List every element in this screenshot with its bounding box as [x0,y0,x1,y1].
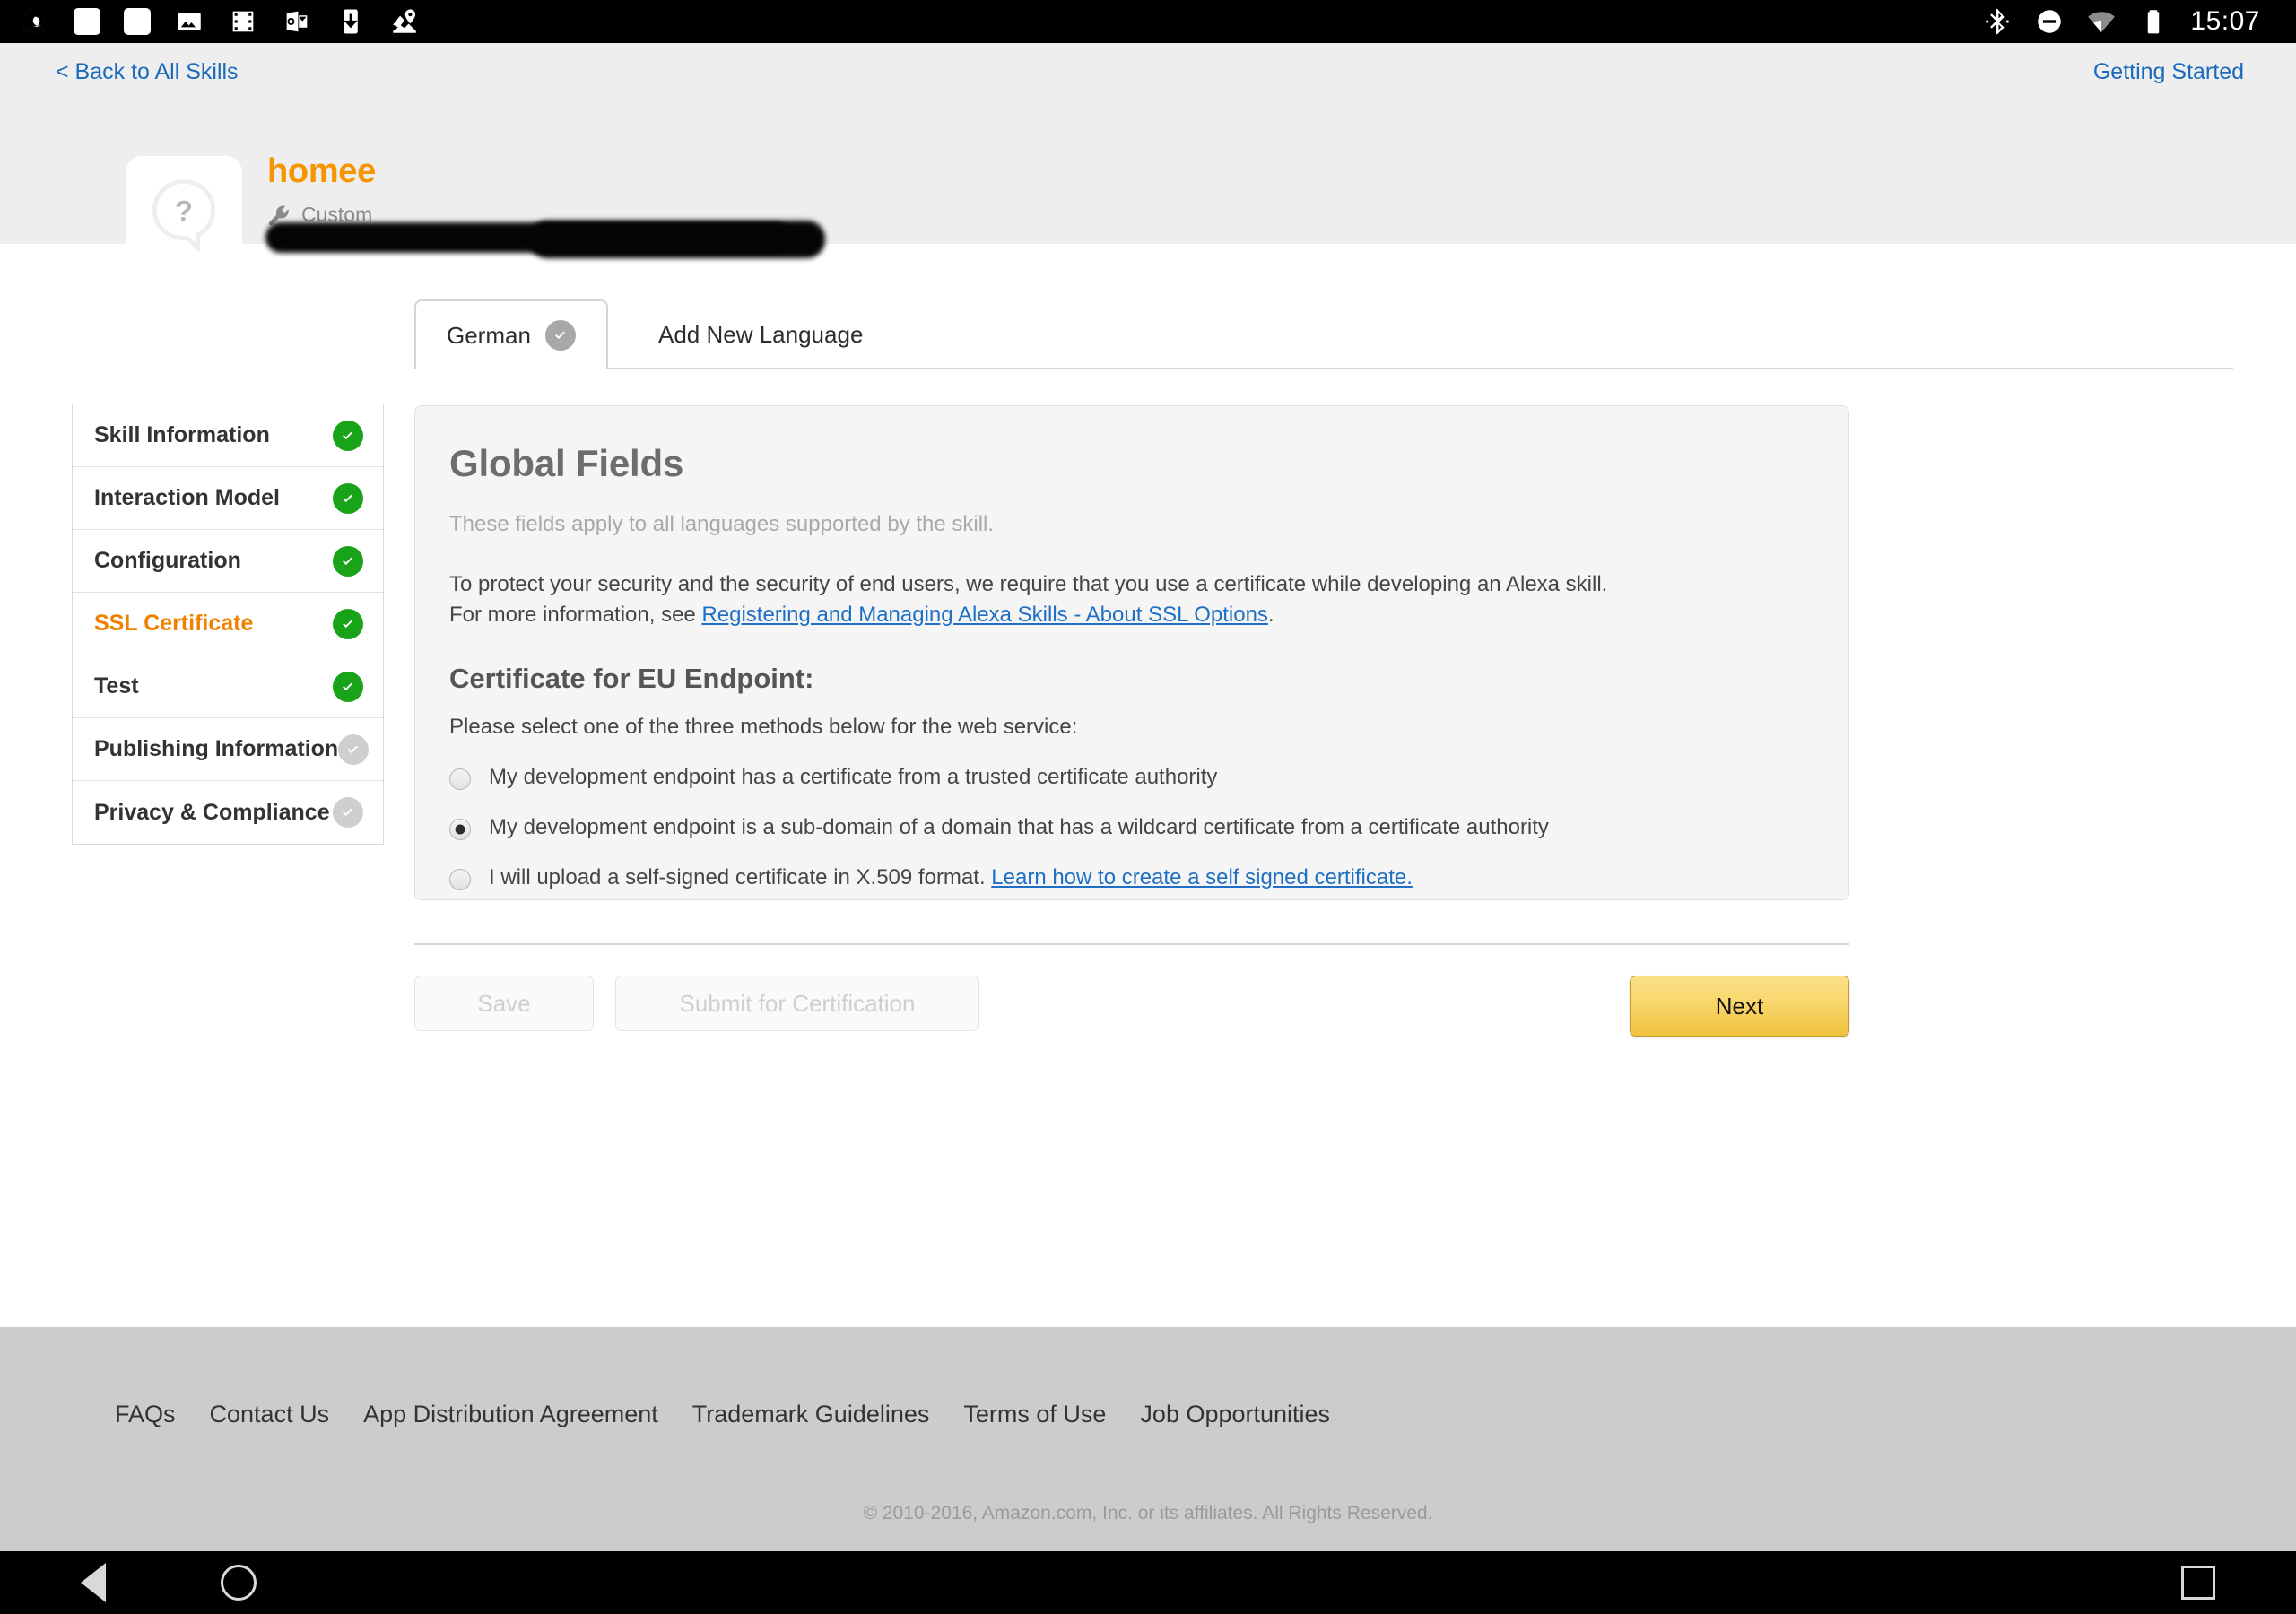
home-circle-icon[interactable] [221,1565,257,1601]
white-square-icon [74,8,100,35]
ssl-description-line1: To protect your security and the securit… [449,572,1608,596]
cert-option-label: I will upload a self-signed certificate … [489,865,1413,890]
sidebar-item-interaction-model[interactable]: Interaction Model [73,467,383,530]
radio-button[interactable] [449,768,471,791]
download-icon [344,9,358,34]
check-icon [333,420,363,451]
maps-icon [393,9,416,33]
check-icon [333,545,363,577]
getting-started-link[interactable]: Getting Started [2093,59,2244,85]
language-tabs: German Add New Language [0,299,2296,369]
radio-button-selected[interactable] [449,819,471,841]
check-icon [333,608,363,639]
tab-german-label: German [447,321,531,349]
footer-link-app-distribution-agreement[interactable]: App Distribution Agreement [363,1401,658,1428]
white-square-icon [124,8,151,35]
footer-link-trademark-guidelines[interactable]: Trademark Guidelines [692,1401,930,1428]
check-icon [333,671,363,702]
check-icon [338,733,370,765]
footer-link-faqs[interactable]: FAQs [115,1401,176,1428]
android-status-bar: 15:07 [0,0,2296,43]
footer-links: FAQs Contact Us App Distribution Agreeme… [115,1401,1330,1428]
bluetooth-icon [1986,8,2010,35]
action-bar: Save Submit for Certification Next [414,976,1849,1047]
sidebar-item-label: Skill Information [94,422,270,447]
back-triangle-icon[interactable] [81,1563,106,1602]
film-strip-icon [232,11,254,32]
ssl-description-line2-suffix: . [1267,603,1274,628]
skill-avatar: ? [126,156,242,273]
wifi-icon [2088,12,2116,33]
photos-icon [178,13,201,30]
sidebar-item-ssl-certificate[interactable]: SSL Certificate [73,593,383,655]
question-speech-bubble-icon: ? [152,179,216,253]
cert-option-label: My development endpoint has a certificat… [489,765,1218,790]
tab-add-new-language-label: Add New Language [658,320,864,348]
footer-link-terms-of-use[interactable]: Terms of Use [963,1401,1106,1428]
cert-option-label: My development endpoint is a sub-domain … [489,815,1549,840]
redacted-skill-id-continued [529,221,825,258]
self-signed-cert-link[interactable]: Learn how to create a self signed certif… [991,865,1413,889]
sidebar-item-configuration[interactable]: Configuration [73,530,383,593]
do-not-disturb-icon [2038,10,2062,33]
ssl-options-link[interactable]: Registering and Managing Alexa Skills - … [701,603,1267,627]
status-bar-app-icons [20,6,420,37]
check-icon [333,482,363,514]
skill-name: homee [267,152,376,190]
submit-for-certification-button[interactable]: Submit for Certification [615,976,979,1031]
section-subtitle: Please select one of the three methods b… [449,715,1078,740]
svg-text:?: ? [175,195,193,228]
cert-option-self-signed[interactable]: I will upload a self-signed certificate … [449,865,1813,891]
sidebar-item-privacy-compliance[interactable]: Privacy & Compliance [73,781,383,844]
outlook-icon [286,11,308,32]
spiral-app-icon [22,8,45,35]
sidebar-item-label: SSL Certificate [94,611,254,636]
footer-link-contact-us[interactable]: Contact Us [210,1401,330,1428]
next-button[interactable]: Next [1630,976,1849,1037]
sidebar-item-label: Configuration [94,548,241,573]
check-icon [544,320,576,351]
cert-option-wildcard-subdomain[interactable]: My development endpoint is a sub-domain … [449,815,1813,841]
action-divider [414,943,1849,945]
sidebar-item-label: Privacy & Compliance [94,799,330,825]
copyright-notice: © 2010-2016, Amazon.com, Inc. or its aff… [863,1503,1433,1523]
page-subtitle: These fields apply to all languages supp… [449,512,995,536]
sidebar-item-test[interactable]: Test [73,655,383,718]
page-title: Global Fields [449,442,684,484]
tab-add-new-language[interactable]: Add New Language [628,299,893,369]
status-bar-system-icons: 15:07 [1982,6,2276,37]
cert-option-trusted-ca[interactable]: My development endpoint has a certificat… [449,765,1813,791]
browser-page: < Back to All Skills Getting Started ? h… [0,43,2296,1551]
sidebar-item-label: Publishing Information [94,736,339,761]
cert-option-text: I will upload a self-signed certificate … [489,865,992,890]
skill-section-nav: Skill Information Interaction Model Conf… [72,404,384,845]
sidebar-item-skill-information[interactable]: Skill Information [73,404,383,467]
section-title: Certificate for EU Endpoint: [449,663,814,695]
radio-button[interactable] [449,869,471,891]
status-bar-clock: 15:07 [2190,6,2260,36]
tab-german[interactable]: German [414,299,608,369]
sidebar-item-label: Interaction Model [94,485,280,510]
page-footer: FAQs Contact Us App Distribution Agreeme… [0,1327,2296,1551]
battery-icon [2148,10,2160,34]
global-fields-card: Global Fields These fields apply to all … [414,405,1849,900]
recents-square-icon[interactable] [2181,1566,2215,1600]
android-navigation-bar [0,1551,2296,1614]
skill-header: < Back to All Skills Getting Started ? h… [0,43,2296,273]
back-to-all-skills-link[interactable]: < Back to All Skills [56,59,239,85]
footer-link-job-opportunities[interactable]: Job Opportunities [1140,1401,1330,1428]
save-button[interactable]: Save [414,976,594,1031]
sidebar-item-label: Test [94,673,139,699]
ssl-description-line2-prefix: For more information, see [449,603,702,628]
ssl-description: To protect your security and the securit… [449,569,1813,630]
check-icon [333,797,363,828]
sidebar-item-publishing-information[interactable]: Publishing Information [73,718,383,781]
